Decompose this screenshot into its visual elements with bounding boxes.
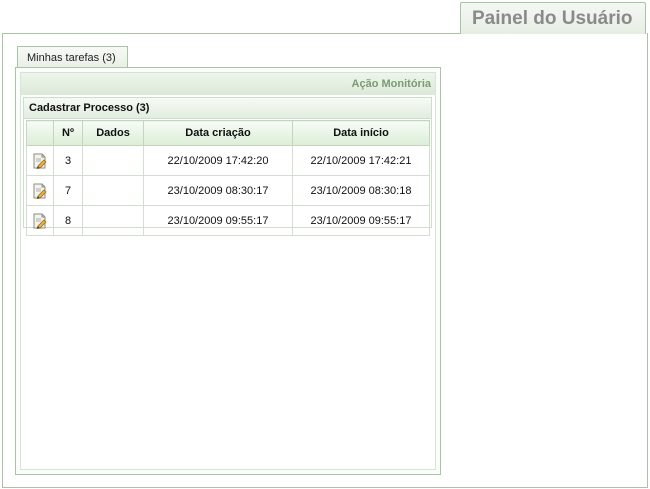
page-title: Painel do Usuário	[472, 8, 633, 29]
col-header-data-criacao[interactable]: Data criação	[143, 120, 293, 146]
row-data-inicio: 22/10/2009 17:42:21	[292, 145, 430, 176]
row-data-inicio: 23/10/2009 09:55:17	[292, 205, 430, 236]
row-data-criacao: 22/10/2009 17:42:20	[143, 145, 293, 176]
user-panel-header-tab: Painel do Usuário	[460, 2, 646, 34]
row-num: 3	[53, 145, 83, 176]
row-icon-cell[interactable]	[26, 145, 54, 176]
process-group: Cadastrar Processo (3) Nº Dados Data cri…	[23, 97, 432, 236]
group-title-bar: Cadastrar Processo (3)	[24, 98, 431, 119]
action-bar: Ação Monitória	[21, 73, 435, 95]
row-icon-cell[interactable]	[26, 205, 54, 236]
col-header-dados[interactable]: Dados	[82, 120, 144, 146]
row-data-criacao: 23/10/2009 09:55:17	[143, 205, 293, 236]
table-header-row: Nº Dados Data criação Data início	[26, 120, 430, 146]
table-row[interactable]: 3 22/10/2009 17:42:20 22/10/2009 17:42:2…	[26, 145, 430, 176]
row-data-inicio: 23/10/2009 08:30:18	[292, 175, 430, 206]
row-num: 8	[53, 205, 83, 236]
edit-document-icon[interactable]	[32, 153, 48, 169]
row-data-criacao: 23/10/2009 08:30:17	[143, 175, 293, 206]
col-header-num[interactable]: Nº	[53, 120, 83, 146]
row-dados	[82, 145, 144, 176]
row-dados	[82, 205, 144, 236]
row-icon-cell[interactable]	[26, 175, 54, 206]
col-header-data-inicio[interactable]: Data início	[292, 120, 430, 146]
group-title: Cadastrar Processo (3)	[29, 102, 150, 114]
tab-label: Minhas tarefas (3)	[27, 52, 116, 64]
edit-document-icon[interactable]	[32, 183, 48, 199]
action-monitoria-link[interactable]: Ação Monitória	[352, 78, 431, 90]
col-header-icon	[26, 120, 54, 146]
edit-document-icon[interactable]	[32, 213, 48, 229]
row-dados	[82, 175, 144, 206]
table-row[interactable]: 8 23/10/2009 09:55:17 23/10/2009 09:55:1…	[26, 205, 430, 236]
row-num: 7	[53, 175, 83, 206]
table-row[interactable]: 7 23/10/2009 08:30:17 23/10/2009 08:30:1…	[26, 175, 430, 206]
tasks-table: Nº Dados Data criação Data início 3 22/1…	[26, 120, 430, 236]
tab-minhas-tarefas[interactable]: Minhas tarefas (3)	[17, 46, 128, 68]
